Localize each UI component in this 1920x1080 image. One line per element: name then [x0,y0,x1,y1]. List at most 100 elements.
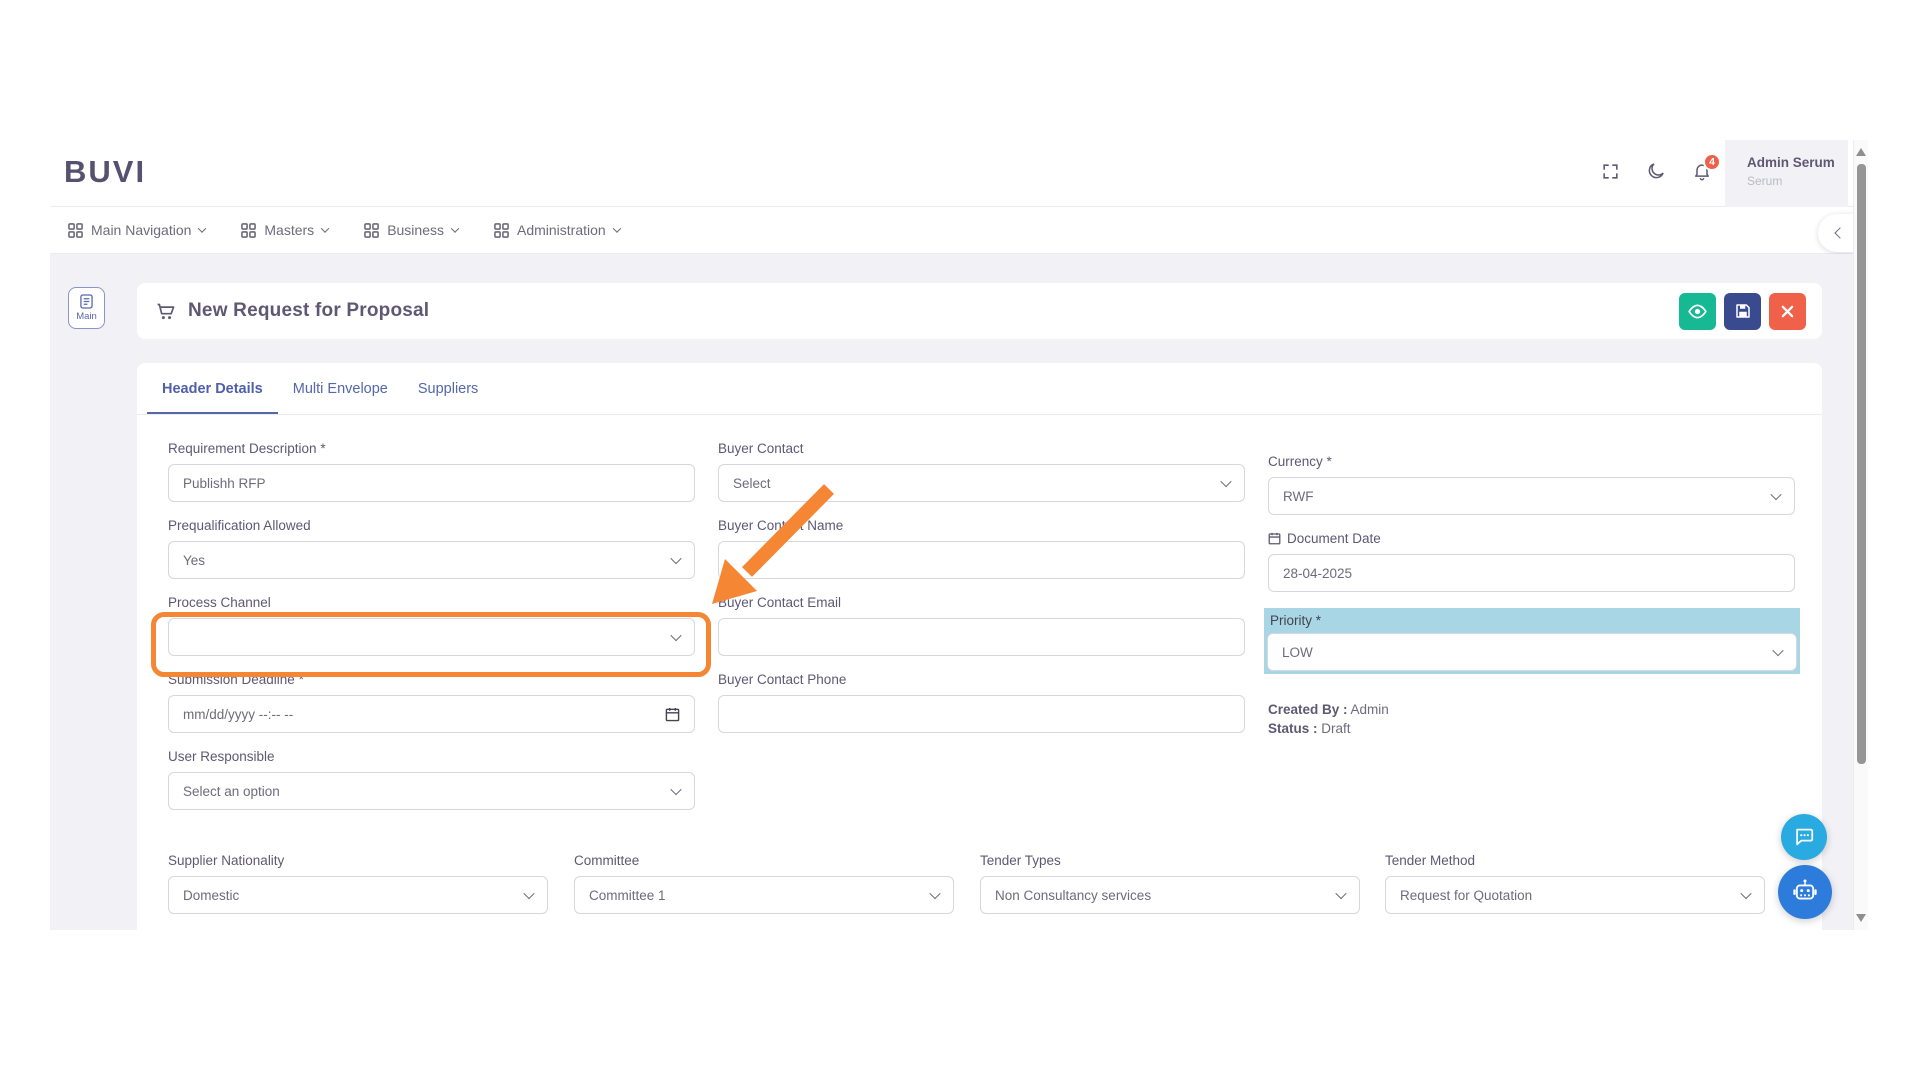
tab-header-details[interactable]: Header Details [147,363,278,414]
document-icon [80,294,93,309]
tab-suppliers[interactable]: Suppliers [403,363,493,414]
prequalification-allowed-select[interactable]: Yes [168,541,695,579]
select-value: Committee 1 [589,887,666,903]
select-value: LOW [1282,644,1313,660]
field-label-text: Document Date [1287,531,1381,546]
status-line: Status : Draft [1268,719,1389,738]
preview-button[interactable] [1679,292,1716,330]
brand-logo: BUVI [64,154,147,189]
main-nav-bar: Main Navigation Masters Business Adminis… [50,207,1853,254]
field-buyer-contact: Buyer Contact Select [718,441,1245,502]
supplier-nationality-select[interactable]: Domestic [168,876,548,914]
bell-icon[interactable]: 4 [1691,153,1721,182]
chevron-down-icon [320,224,330,233]
title-actions [1679,292,1806,330]
chat-icon [1796,828,1814,846]
field-tender-method: Tender Method Request for Quotation [1385,853,1765,914]
nav-label: Main Navigation [91,222,192,238]
grid-icon [494,222,509,238]
chevron-down-icon [670,552,682,565]
user-responsible-select[interactable]: Select an option [168,772,695,810]
field-prequalification-allowed: Prequalification Allowed Yes [168,518,695,579]
field-label: Prequalification Allowed [168,518,311,533]
tab-multi-envelope[interactable]: Multi Envelope [278,363,403,414]
user-menu[interactable]: Admin Serum Serum [1725,140,1848,207]
calendar-icon[interactable] [665,707,680,722]
chevron-down-icon [523,887,535,900]
currency-select[interactable]: RWF [1268,477,1795,515]
field-label: Submission Deadline * [168,672,304,687]
buyer-contact-phone-input[interactable] [718,695,1245,733]
field-tender-types: Tender Types Non Consultancy services [980,853,1360,914]
input-placeholder: mm/dd/yyyy --:-- -- [183,706,294,722]
field-submission-deadline: Submission Deadline * mm/dd/yyyy --:-- -… [168,672,695,733]
chevron-down-icon [1740,887,1752,900]
chat-fab-button[interactable] [1781,814,1827,860]
nav-item-masters[interactable]: Masters [241,222,330,238]
field-document-date: Document Date 28-04-2025 [1268,531,1795,592]
chevron-down-icon [670,629,682,642]
created-by-value: Admin [1350,702,1389,717]
vertical-scrollbar[interactable] [1853,140,1868,930]
moon-icon[interactable] [1645,160,1667,182]
select-value: Non Consultancy services [995,887,1152,903]
chevron-down-icon [670,783,682,796]
top-header-bar: BUVI 4 Admin Serum Serum [50,140,1853,207]
scrollbar-down-arrow[interactable] [1856,914,1866,922]
document-date-input[interactable]: 28-04-2025 [1268,554,1795,592]
chevron-down-icon [1220,475,1232,488]
chevron-down-icon [450,224,460,233]
created-by-line: Created By : Admin [1268,700,1389,719]
sidebar-item-main[interactable]: Main [68,287,105,329]
chevron-down-icon [929,887,941,900]
field-label: Tender Method [1385,853,1476,868]
close-button[interactable] [1769,292,1806,330]
nav-item-main-navigation[interactable]: Main Navigation [68,222,207,238]
chevron-left-icon [1834,227,1846,239]
field-committee: Committee Committee 1 [574,853,954,914]
select-value: Request for Quotation [1400,887,1533,903]
scrollbar-thumb[interactable] [1857,164,1866,764]
committee-select[interactable]: Committee 1 [574,876,954,914]
user-role: Serum [1747,174,1783,188]
field-process-channel: Process Channel [168,595,695,656]
buyer-contact-name-input[interactable] [718,541,1245,579]
chevron-down-icon [1335,887,1347,900]
notification-count-badge: 4 [1703,153,1721,171]
input-value: Publishh RFP [183,475,266,491]
status-value: Draft [1321,721,1351,736]
chatbot-fab-button[interactable] [1778,865,1832,919]
field-label: Document Date [1268,531,1795,546]
nav-item-business[interactable]: Business [364,222,460,238]
field-buyer-contact-phone: Buyer Contact Phone [718,672,1245,733]
requirement-description-input[interactable]: Publishh RFP [168,464,695,502]
field-supplier-nationality: Supplier Nationality Domestic [168,853,548,914]
chevron-down-icon [1772,644,1784,657]
nav-label: Business [387,222,444,238]
nav-item-administration[interactable]: Administration [494,222,621,238]
submission-deadline-input[interactable]: mm/dd/yyyy --:-- -- [168,695,695,733]
buyer-contact-select[interactable]: Select [718,464,1245,502]
field-label: Buyer Contact [718,441,804,456]
priority-select[interactable]: LOW [1267,633,1797,671]
field-label: Buyer Contact Name [718,518,844,533]
field-label: Buyer Contact Email [718,595,842,610]
field-label: Currency * [1268,454,1332,469]
panel-collapse-button[interactable] [1818,214,1856,252]
fullscreen-icon[interactable] [1599,160,1621,182]
tender-types-select[interactable]: Non Consultancy services [980,876,1360,914]
field-buyer-contact-email: Buyer Contact Email [718,595,1245,656]
chevron-down-icon [198,224,207,233]
process-channel-select[interactable] [168,618,695,656]
buyer-contact-email-input[interactable] [718,618,1245,656]
page-title: New Request for Proposal [188,300,430,321]
nav-label: Masters [264,222,315,238]
cart-icon [157,303,175,319]
field-requirement-description: Requirement Description * Publishh RFP [168,441,695,502]
save-button[interactable] [1724,292,1761,330]
tender-method-select[interactable]: Request for Quotation [1385,876,1765,914]
field-label: Tender Types [980,853,1061,868]
record-meta: Created By : Admin Status : Draft [1268,700,1389,738]
save-icon [1735,304,1750,318]
scrollbar-up-arrow[interactable] [1856,148,1866,156]
